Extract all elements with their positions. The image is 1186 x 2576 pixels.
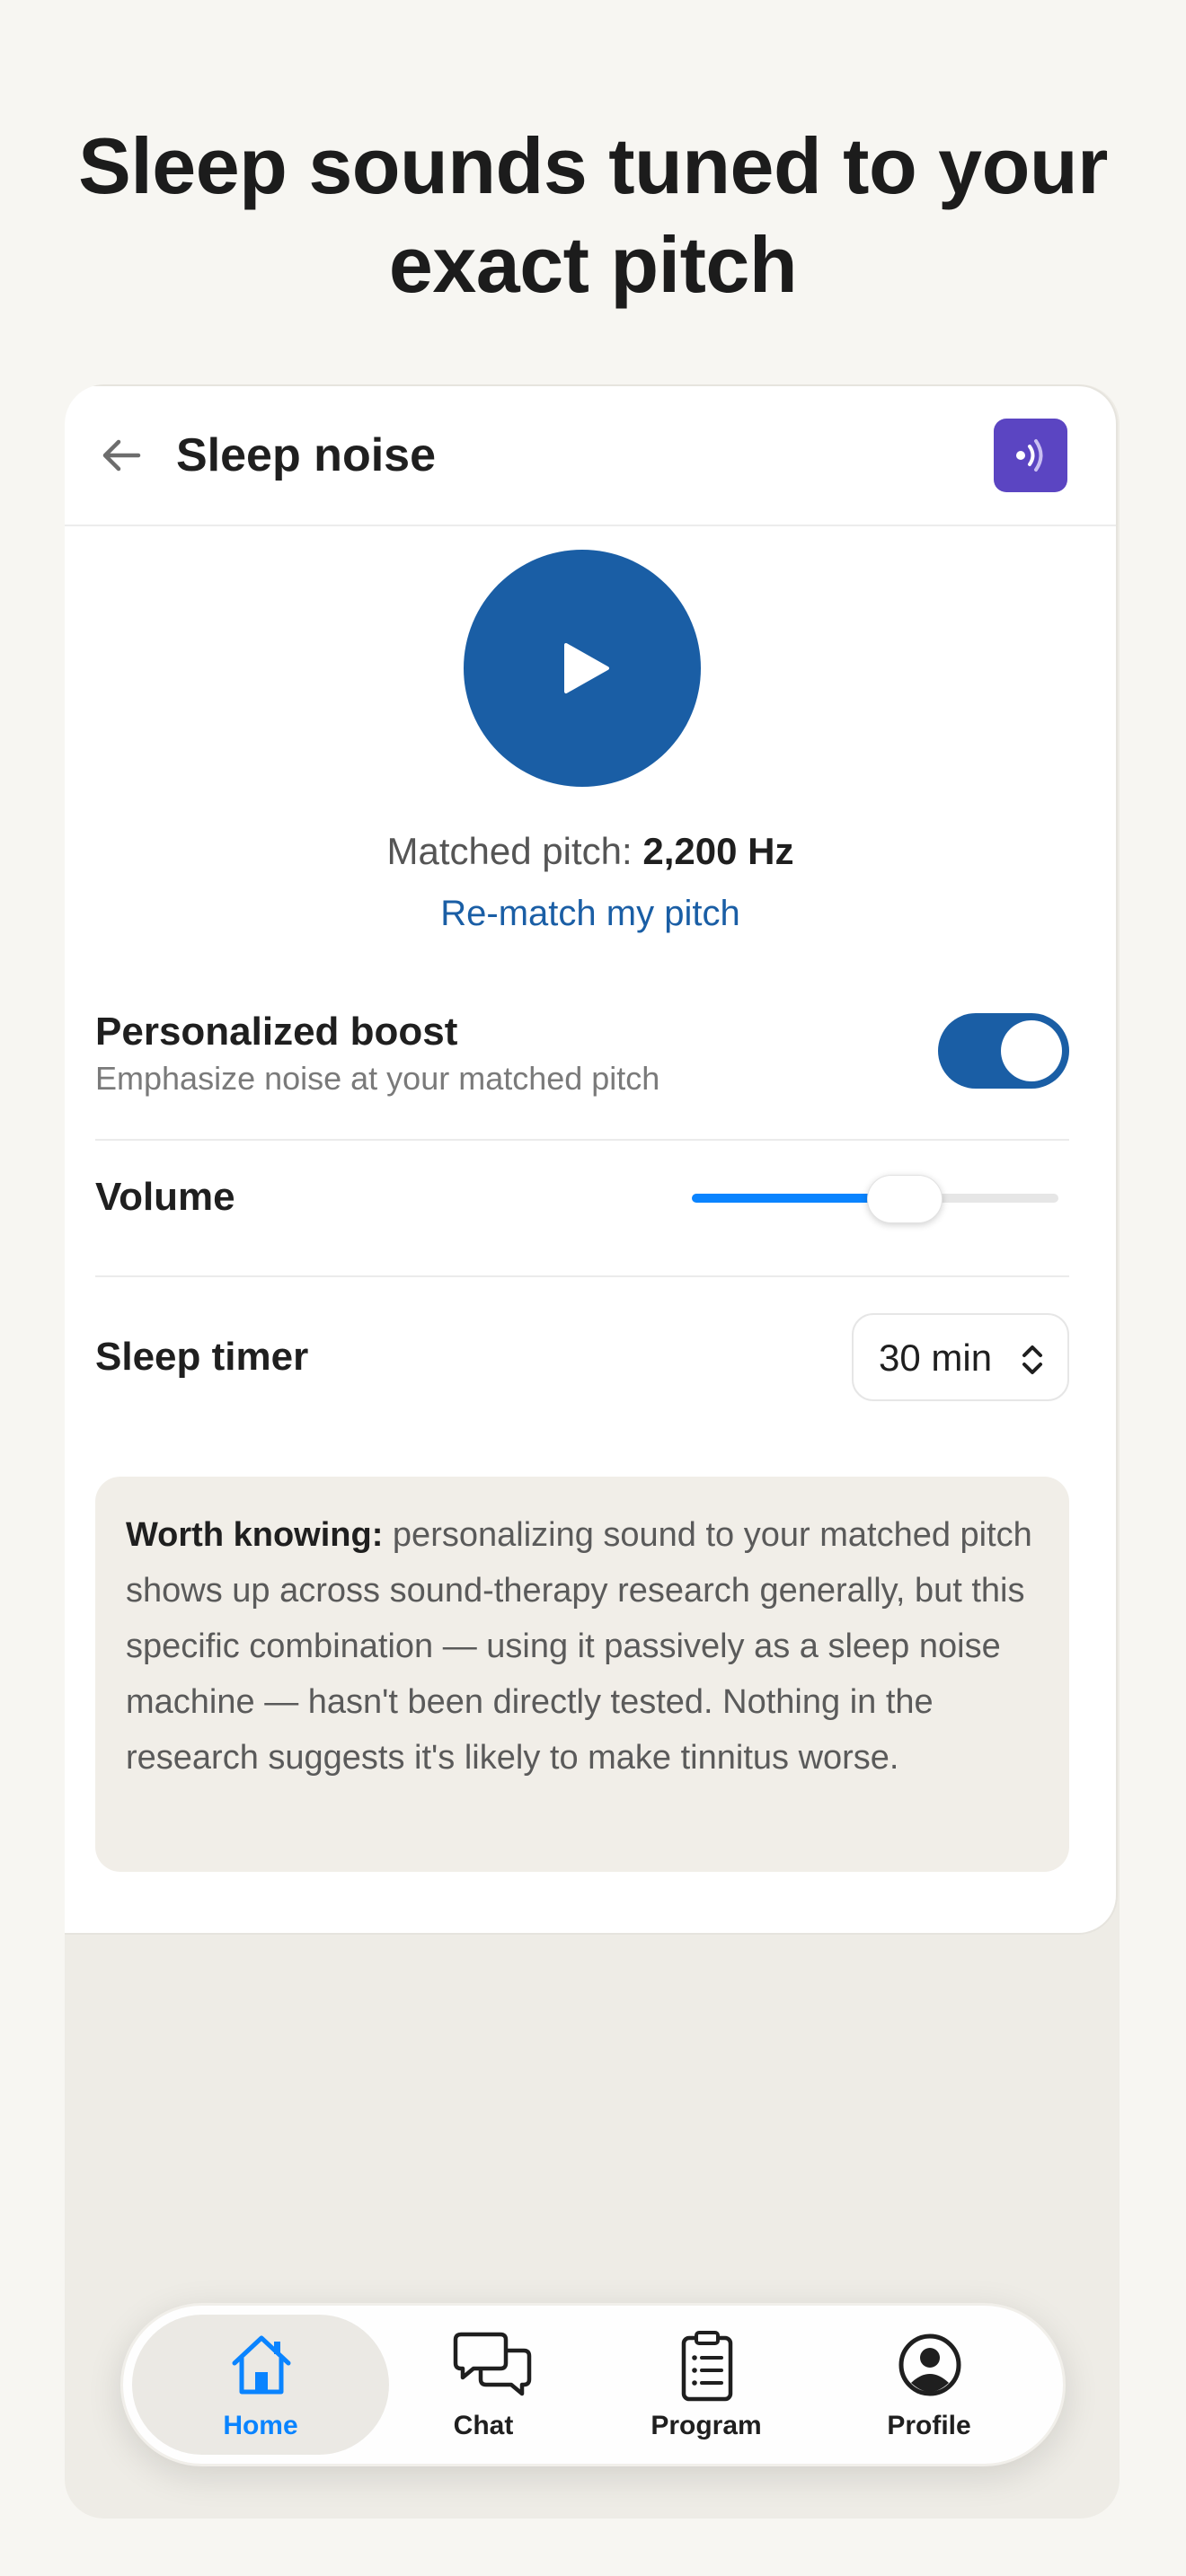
tab-chat-label: Chat xyxy=(453,2411,514,2440)
play-button[interactable] xyxy=(464,550,701,787)
tab-profile[interactable]: Profile xyxy=(801,2315,1058,2455)
device-screen: Sleep noise Matched pitch: 2,200 Hz Re-m… xyxy=(65,384,1120,2519)
note-lead: Worth knowing: xyxy=(126,1516,384,1554)
tab-home-label: Home xyxy=(223,2411,298,2440)
matched-pitch-readout: Matched pitch: 2,200 Hz xyxy=(65,828,1116,875)
chevron-up-down-icon xyxy=(1022,1345,1042,1374)
sound-settings-button[interactable] xyxy=(994,419,1067,492)
back-arrow-icon[interactable] xyxy=(97,431,146,480)
tab-home[interactable]: Home xyxy=(132,2315,389,2455)
research-note: Worth knowing: personalizing sound to yo… xyxy=(95,1477,1069,1872)
app-bar: Sleep noise xyxy=(65,386,1116,526)
tab-chat[interactable]: Chat xyxy=(355,2315,612,2455)
volume-slider[interactable] xyxy=(692,1175,1058,1223)
bottom-tab-bar: Home Chat Program Profile xyxy=(120,2303,1066,2466)
rematch-pitch-link[interactable]: Re-match my pitch xyxy=(65,891,1116,936)
tab-program[interactable]: Program xyxy=(578,2315,835,2455)
toggle-knob xyxy=(1001,1020,1062,1081)
boost-subtitle: Emphasize noise at your matched pitch xyxy=(95,1060,660,1097)
boost-toggle[interactable] xyxy=(938,1013,1069,1089)
pitch-value: 2,200 Hz xyxy=(642,830,794,872)
headline-line-1: Sleep sounds tuned to your xyxy=(78,121,1108,210)
sleep-timer-select[interactable]: 30 min xyxy=(852,1313,1069,1401)
sleep-timer-value: 30 min xyxy=(879,1337,993,1379)
tab-profile-label: Profile xyxy=(887,2411,971,2440)
sound-wave-icon xyxy=(1016,439,1043,472)
clipboard-icon xyxy=(681,2331,733,2402)
note-body: personalizing sound to your matched pitc… xyxy=(126,1516,1032,1777)
headline-line-2: exact pitch xyxy=(388,220,798,309)
tab-program-label: Program xyxy=(651,2411,762,2440)
chat-icon xyxy=(453,2332,532,2396)
home-icon xyxy=(232,2335,291,2395)
boost-title: Personalized boost xyxy=(95,1010,458,1054)
pitch-label: Matched pitch: xyxy=(386,830,633,872)
screen-title: Sleep noise xyxy=(176,429,436,481)
divider xyxy=(95,1275,1069,1277)
divider xyxy=(95,1139,1069,1141)
slider-thumb[interactable] xyxy=(867,1175,943,1223)
play-icon xyxy=(564,643,609,693)
volume-label: Volume xyxy=(95,1175,235,1219)
sleep-timer-label: Sleep timer xyxy=(95,1335,309,1379)
page-headline: Sleep sounds tuned to your exact pitch xyxy=(0,117,1186,314)
sleep-noise-card: Sleep noise Matched pitch: 2,200 Hz Re-m… xyxy=(65,384,1118,1935)
profile-icon xyxy=(898,2333,961,2396)
